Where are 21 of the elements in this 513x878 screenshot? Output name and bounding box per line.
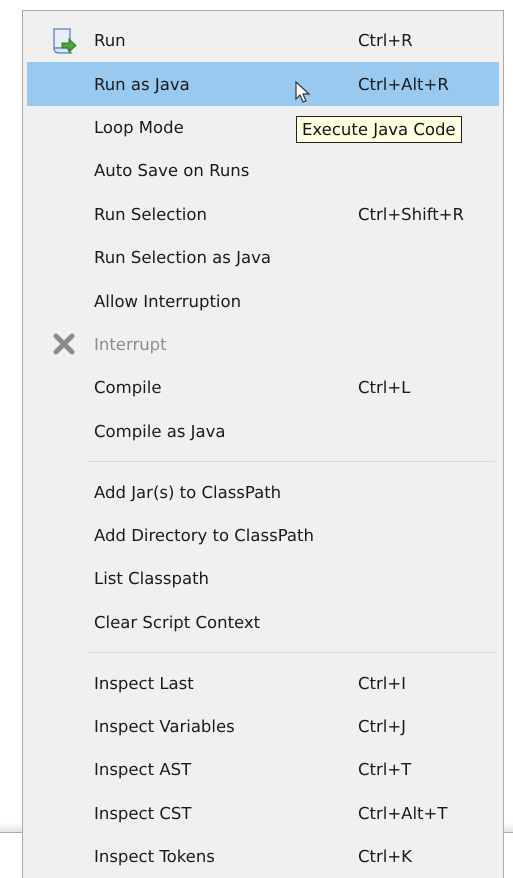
menu-item[interactable]: Add Jar(s) to ClassPath <box>27 470 358 514</box>
menu-item[interactable]: Allow Interruption <box>27 279 358 323</box>
script-run-icon <box>50 26 76 56</box>
menu-item[interactable]: Inspect CST Ctrl+Alt+T <box>27 792 448 836</box>
menu-item[interactable]: Inspect Variables Ctrl+J <box>27 704 406 748</box>
pointer-cursor-icon <box>295 81 311 105</box>
menu-item[interactable]: Add Directory to ClassPath <box>27 514 358 558</box>
menu-item[interactable]: Clear Script Context <box>27 600 358 644</box>
menu-item[interactable]: Run Ctrl+R <box>27 19 413 62</box>
close-icon <box>52 333 74 356</box>
menu-item[interactable]: Compile as Java <box>27 410 358 453</box>
menu-item[interactable]: Auto Save on Runs <box>27 149 358 193</box>
menu-item[interactable]: Inspect Last Ctrl+I <box>27 661 406 705</box>
tooltip: Execute Java Code <box>296 116 462 143</box>
menu-item[interactable]: List Classpath <box>27 557 358 601</box>
menu-item[interactable]: Run Selection as Java <box>27 236 358 280</box>
menu-item[interactable]: Run as Java Ctrl+Alt+R <box>27 62 499 106</box>
menu-item[interactable]: Inspect AST Ctrl+T <box>27 748 412 792</box>
menu-item[interactable]: Compile Ctrl+L <box>27 366 410 410</box>
menu-item[interactable]: Run Selection Ctrl+Shift+R <box>27 192 464 236</box>
menu-item[interactable]: Inspect Tokens Ctrl+K <box>27 835 412 878</box>
